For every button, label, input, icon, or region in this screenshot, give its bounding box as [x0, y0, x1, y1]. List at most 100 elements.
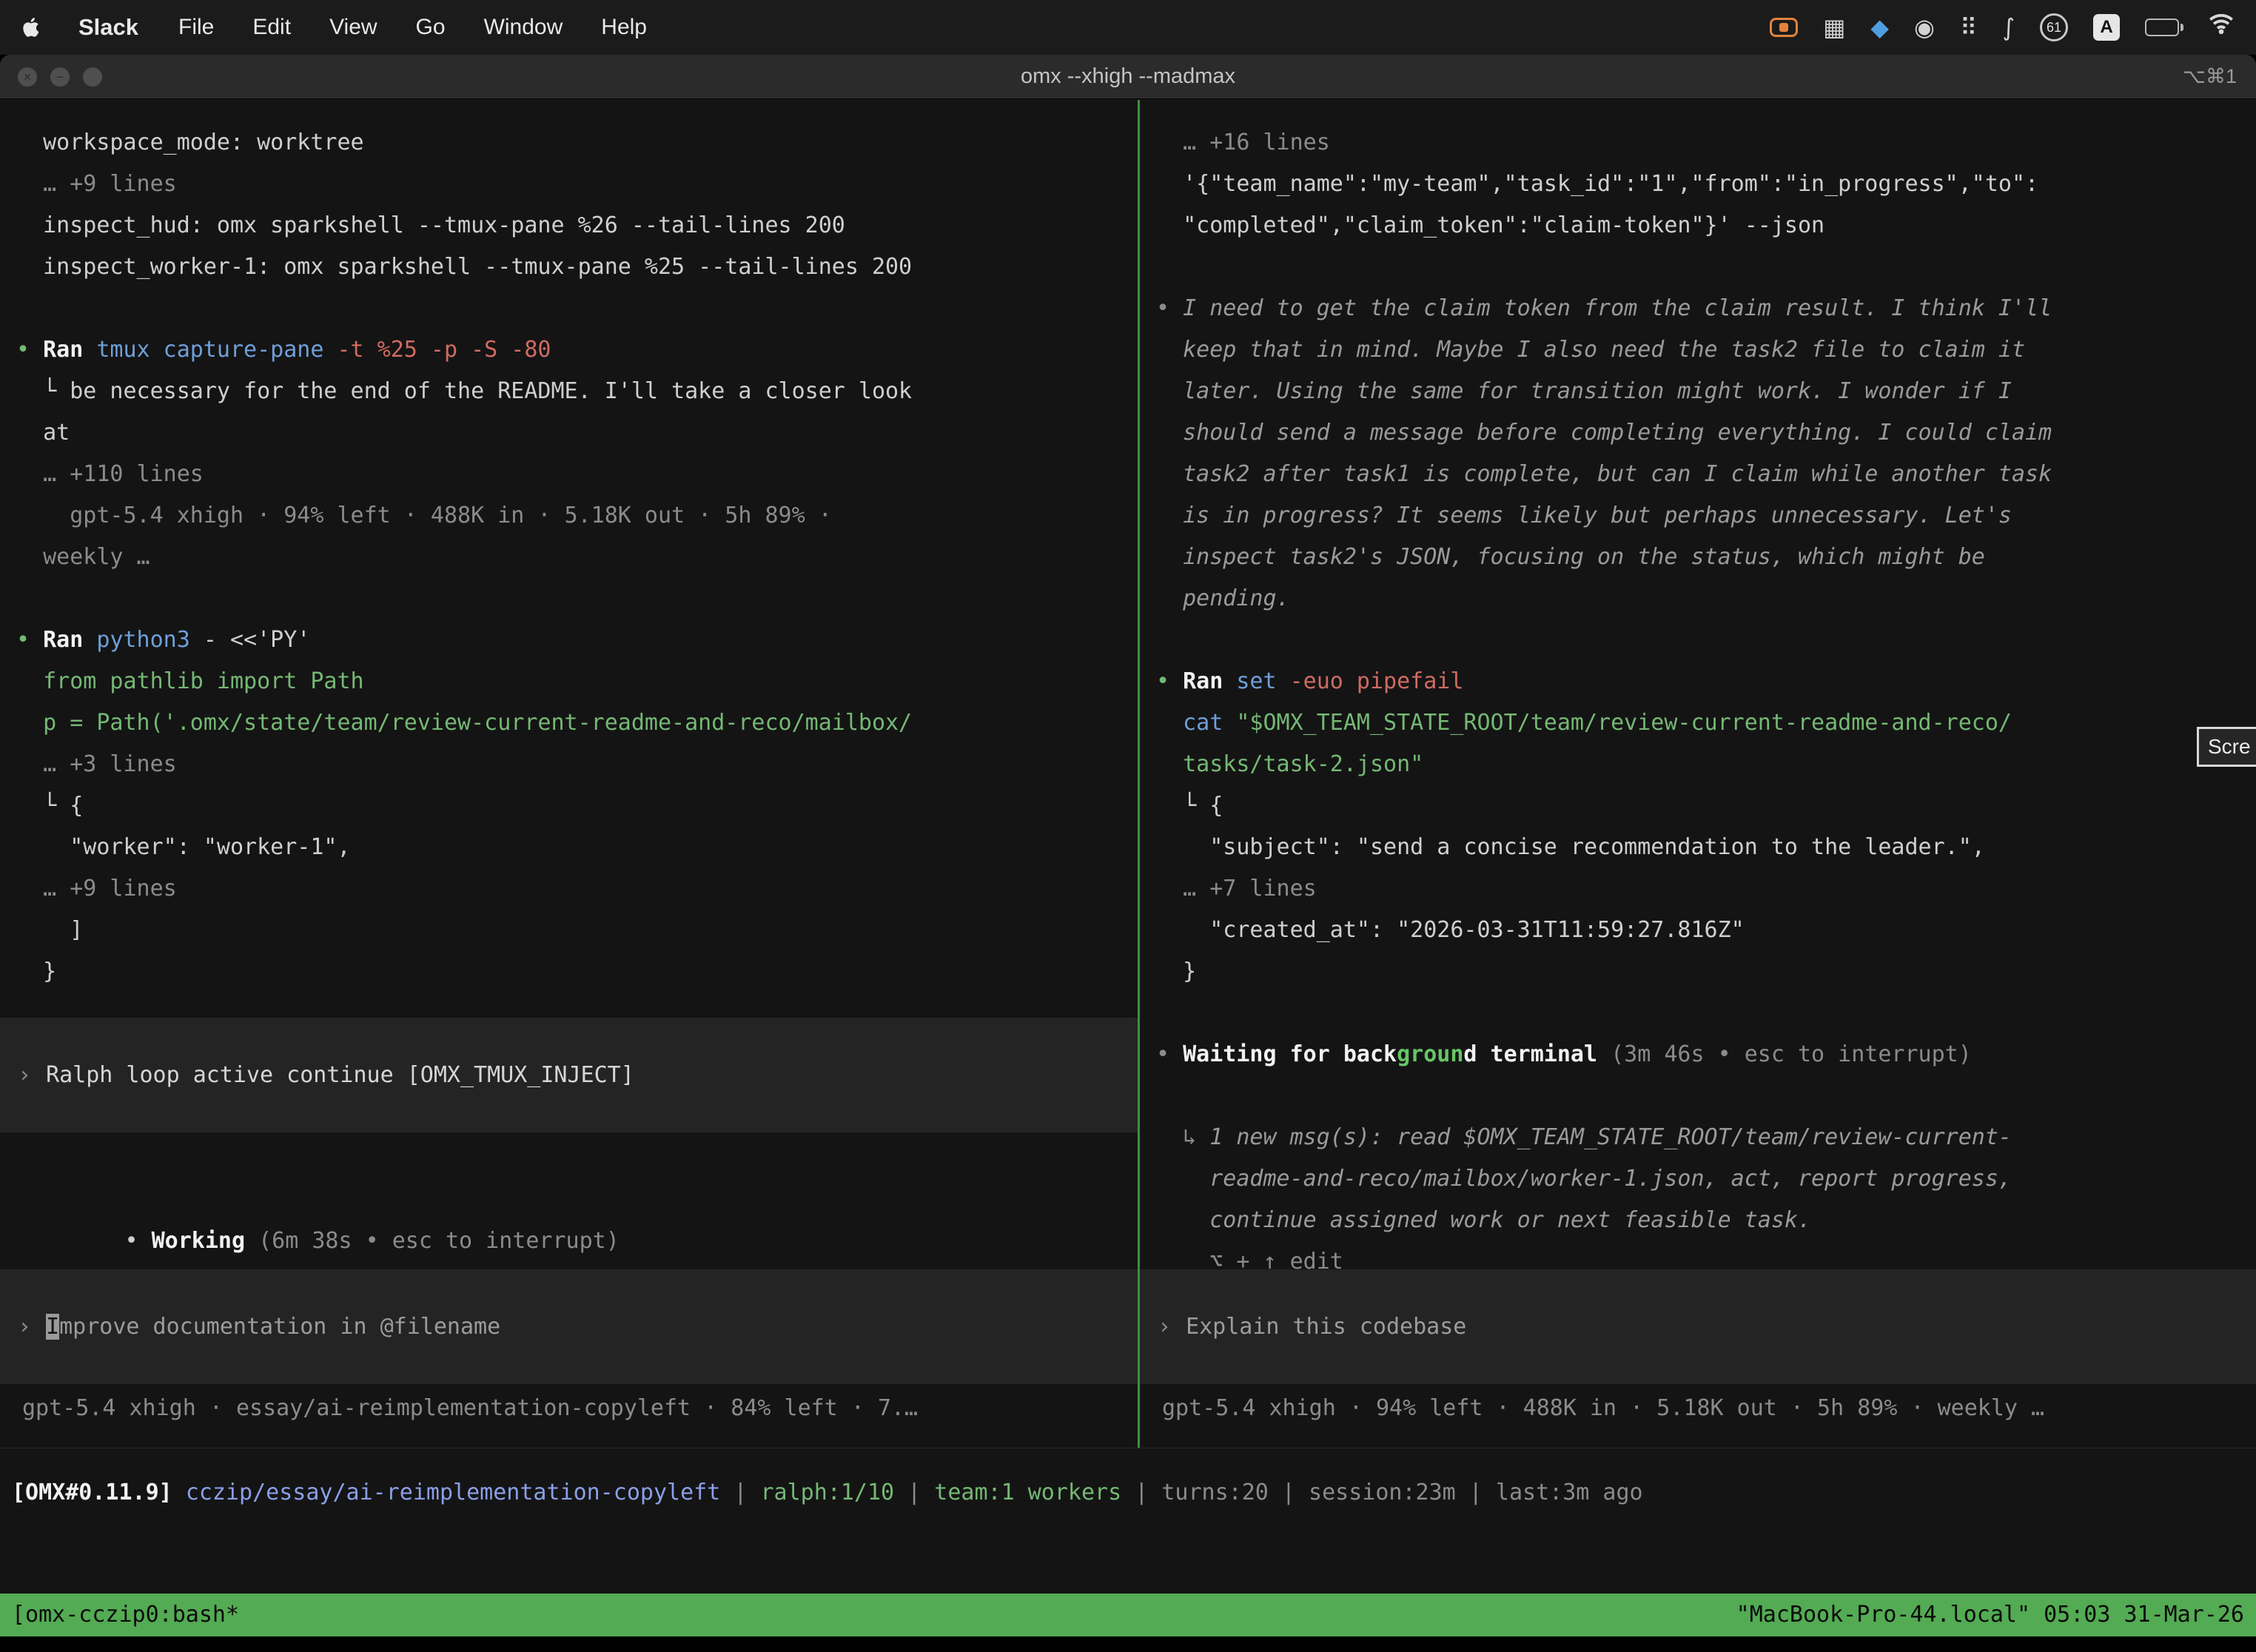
terminal-text: weekly …	[16, 544, 150, 570]
menu-help[interactable]: Help	[601, 15, 647, 40]
terminal-text: "worker": "worker-1",	[16, 834, 351, 860]
left-prompt-banner-text: Ralph loop active continue [OMX_TMUX_INJ…	[46, 1062, 634, 1088]
active-app-name[interactable]: Slack	[78, 14, 138, 41]
terminal-line: "worker": "worker-1",	[16, 827, 1138, 868]
terminal-line	[1156, 620, 2256, 661]
terminal-text: python3	[96, 627, 204, 653]
hook-icon[interactable]: ∫	[2002, 16, 2015, 39]
diamond-icon[interactable]: ◆	[1870, 16, 1889, 39]
tmux-pane-left[interactable]: workspace_mode: worktree … +9 lines insp…	[0, 100, 1138, 1448]
terminal-text: … +9 lines	[16, 171, 177, 197]
terminal-text: last:3m ago	[1496, 1480, 1643, 1505]
terminal-line: at	[16, 412, 1138, 454]
window-titlebar[interactable]: × − omx --xhigh --madmax ⌥⌘1	[0, 55, 2256, 99]
terminal-line: … +7 lines	[1156, 868, 2256, 910]
screen-recording-indicator[interactable]	[1770, 18, 1798, 37]
menu-file[interactable]: File	[178, 15, 214, 40]
left-pane-status-line: gpt-5.4 xhigh · essay/ai-reimplementatio…	[22, 1388, 918, 1429]
terminal-line: • I need to get the claim token from the…	[1156, 288, 2256, 329]
terminal-line: later. Using the same for transition mig…	[1156, 371, 2256, 412]
terminal-text: inspect_hud: omx sparkshell --tmux-pane …	[16, 212, 845, 238]
screen: { "menubar": { "app_name": "Slack", "men…	[0, 0, 2256, 1652]
apple-logo-icon	[22, 16, 41, 38]
terminal-text: I need to get the claim token from the c…	[1183, 295, 2052, 321]
terminal-text: -t %25 -p -S -80	[337, 337, 551, 363]
terminal-line: • Ran set -euo pipefail	[1156, 661, 2256, 702]
terminal-line: is in progress? It seems likely but perh…	[1156, 495, 2256, 537]
disc-icon[interactable]: ◉	[1914, 16, 1935, 39]
terminal-text: tmux capture-pane	[96, 337, 337, 363]
terminal-text: later. Using the same for transition mig…	[1156, 378, 2012, 404]
terminal-text: cat	[1183, 710, 1236, 736]
terminal-text: keep that in mind. Maybe I also need the…	[1156, 337, 2025, 363]
menu-window[interactable]: Window	[484, 15, 563, 40]
terminal-text: … +110 lines	[16, 461, 204, 487]
terminal-line: … +9 lines	[16, 868, 1138, 910]
terminal-line: … +3 lines	[16, 744, 1138, 785]
terminal-line: inspect task2's JSON, focusing on the st…	[1156, 537, 2256, 578]
terminal-text: … +7 lines	[1156, 876, 1317, 901]
terminal-line: └ {	[1156, 785, 2256, 827]
terminal-line: • Ran python3 - <<'PY'	[16, 620, 1138, 661]
menu-edit[interactable]: Edit	[252, 15, 291, 40]
terminal-text: |	[1269, 1480, 1309, 1505]
terminal-line: from pathlib import Path	[16, 661, 1138, 702]
terminal-line: inspect_worker-1: omx sparkshell --tmux-…	[16, 246, 1138, 288]
menu-go[interactable]: Go	[416, 15, 446, 40]
right-scrollback: … +16 lines '{"team_name":"my-team","tas…	[1156, 122, 2256, 1283]
menubar-status-icons: ▦ ◆ ◉ ⠿ ∫ 61 A	[1770, 13, 2234, 41]
terminal-text: "created_at": "2026-03-31T11:59:27.816Z"	[1156, 917, 1745, 943]
terminal-line: weekly …	[16, 537, 1138, 578]
terminal-text: "completed","claim_token":"claim-token"}…	[1156, 212, 1824, 238]
terminal-line: keep that in mind. Maybe I also need the…	[1156, 329, 2256, 371]
badge-61-icon[interactable]: 61	[2040, 13, 2068, 41]
terminal-line: … +16 lines	[1156, 122, 2256, 164]
terminal-line: … +110 lines	[16, 454, 1138, 495]
terminal-text: |	[1456, 1480, 1496, 1505]
terminal-text: 1 new msg(s): read $OMX_TEAM_STATE_ROOT/…	[1209, 1124, 2012, 1150]
wifi-icon[interactable]	[2209, 14, 2234, 41]
terminal-line: ↳ 1 new msg(s): read $OMX_TEAM_STATE_ROO…	[1156, 1117, 2256, 1158]
terminal-line: └ {	[16, 785, 1138, 827]
terminal-text: ↳	[1156, 1124, 1209, 1150]
terminal-text: … +9 lines	[16, 876, 177, 901]
terminal-line: continue assigned work or next feasible …	[1156, 1200, 2256, 1241]
terminal-text: p = Path('.omx/state/team/review-current…	[16, 710, 912, 736]
terminal-line: "completed","claim_token":"claim-token"}…	[1156, 205, 2256, 246]
terminal-text: •	[16, 627, 43, 653]
terminal-body: workspace_mode: worktree … +9 lines insp…	[0, 100, 2256, 1652]
terminal-line	[16, 288, 1138, 329]
menu-view[interactable]: View	[329, 15, 377, 40]
battery-icon[interactable]	[2145, 19, 2183, 36]
window-shortcut-hint: ⌥⌘1	[2183, 65, 2237, 88]
left-prompt-banner[interactable]: › Ralph loop active continue [OMX_TMUX_I…	[0, 1018, 1138, 1132]
terminal-line: pending.	[1156, 578, 2256, 620]
input-source-icon[interactable]: A	[2093, 14, 2120, 41]
terminal-text: turns:20	[1161, 1480, 1269, 1505]
apple-menu-icon[interactable]	[22, 16, 41, 38]
left-prompt-input[interactable]: › Improve documentation in @filename	[0, 1269, 1138, 1384]
terminal-line: readme-and-reco/mailbox/worker-1.json, a…	[1156, 1158, 2256, 1200]
window-grid-icon[interactable]: ▦	[1823, 16, 1845, 39]
terminal-text: ]	[16, 917, 83, 943]
terminal-line: '{"team_name":"my-team","task_id":"1","f…	[1156, 164, 2256, 205]
terminal-line: ]	[16, 910, 1138, 951]
terminal-text: set	[1236, 668, 1289, 694]
terminal-text: "$OMX_TEAM_STATE_ROOT/team/review-curren…	[1236, 710, 2012, 736]
terminal-text: •	[1156, 295, 1183, 321]
window-title: omx --xhigh --madmax	[0, 64, 2256, 89]
terminal-text: •	[1156, 668, 1183, 694]
terminal-text: is in progress? It seems likely but perh…	[1156, 503, 2012, 528]
terminal-line: tasks/task-2.json"	[1156, 744, 2256, 785]
tmux-pane-right[interactable]: … +16 lines '{"team_name":"my-team","tas…	[1140, 100, 2256, 1448]
terminal-line: task2 after task1 is complete, but can I…	[1156, 454, 2256, 495]
right-prompt-input[interactable]: › Explain this codebase	[1140, 1269, 2256, 1384]
terminal-text: Waiting for back	[1183, 1041, 1397, 1067]
terminal-line: [OMX#0.11.9] cczip/essay/ai-reimplementa…	[12, 1472, 2256, 1514]
terminal-line: └ be necessary for the end of the README…	[16, 371, 1138, 412]
terminal-text: should send a message before completing …	[1156, 420, 2052, 446]
terminal-text: |	[720, 1480, 760, 1505]
terminal-text: continue assigned work or next feasible …	[1156, 1207, 1811, 1233]
dots-grid-icon[interactable]: ⠿	[1960, 16, 1977, 39]
terminal-text: -euo pipefail	[1290, 668, 1464, 694]
